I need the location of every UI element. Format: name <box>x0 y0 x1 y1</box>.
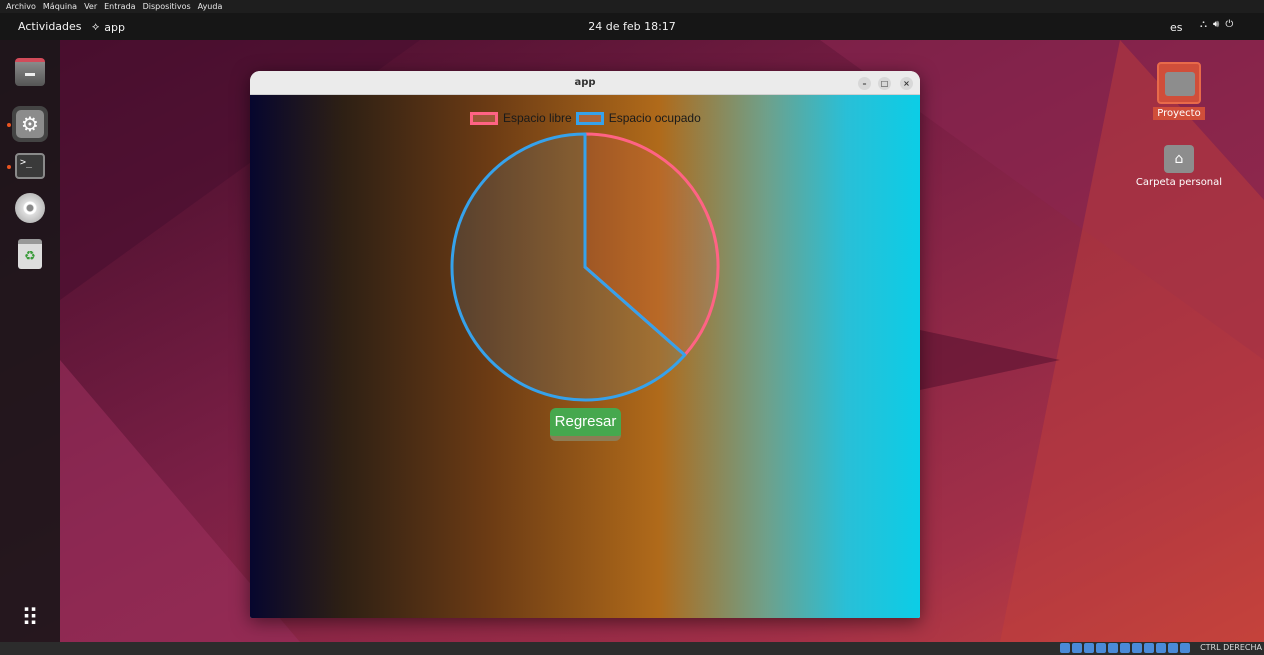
trash-icon: ♻ <box>18 239 42 269</box>
host-status-bar: CTRL DERECHA <box>0 642 1264 655</box>
regresar-button[interactable]: Regresar <box>550 408 621 441</box>
menu-archivo[interactable]: Archivo <box>6 2 36 11</box>
keyboard-icon <box>1180 643 1190 653</box>
desktop-icon-home[interactable]: ⌂ Carpeta personal <box>1129 145 1229 188</box>
virtualbox-menubar: Archivo Máquina Ver Entrada Dispositivos… <box>0 0 1264 13</box>
window-title: app <box>574 77 596 88</box>
running-indicator <box>7 123 11 127</box>
shared-folder-icon <box>1120 643 1130 653</box>
host-key-label: CTRL DERECHA <box>1200 643 1262 652</box>
desktop-icon-proyecto[interactable]: Proyecto <box>1129 62 1229 120</box>
legend-swatch-free <box>470 111 498 125</box>
window-content: Espacio libre Espacio ocupado Regresar <box>250 95 920 618</box>
system-tray[interactable]: ⛬ 🔊︎ ⏻ <box>1200 19 1233 30</box>
legend-label-used: Espacio ocupado <box>608 111 701 125</box>
legend-label-free: Espacio libre <box>503 111 572 125</box>
files-icon <box>15 58 45 86</box>
app-window: app – □ × Espacio libre Espacio ocupado … <box>250 71 920 618</box>
mouse-icon <box>1168 643 1178 653</box>
menu-ayuda[interactable]: Ayuda <box>198 2 223 11</box>
language-indicator[interactable]: es <box>1170 21 1183 34</box>
dock-settings[interactable]: ⚙ <box>12 106 48 142</box>
display-icon <box>1132 643 1142 653</box>
power-icon: ⏻ <box>1225 19 1234 30</box>
show-apps-button[interactable]: ⠿ <box>12 600 48 636</box>
terminal-icon: >_ <box>15 153 45 179</box>
hdd-icon <box>1060 643 1070 653</box>
menu-maquina[interactable]: Máquina <box>43 2 77 11</box>
host-tray <box>1060 643 1190 653</box>
menu-dispositivos[interactable]: Dispositivos <box>143 2 191 11</box>
desktop-icon-label: Proyecto <box>1153 107 1205 120</box>
folder-icon <box>1157 62 1201 104</box>
dock-files[interactable] <box>12 54 48 90</box>
close-button[interactable]: × <box>900 77 913 90</box>
recording-icon <box>1144 643 1154 653</box>
audio-icon <box>1084 643 1094 653</box>
dock-trash[interactable]: ♻ <box>12 236 48 272</box>
home-folder-icon: ⌂ <box>1164 145 1194 173</box>
menu-entrada[interactable]: Entrada <box>104 2 135 11</box>
disc-icon <box>15 193 45 223</box>
maximize-button[interactable]: □ <box>878 77 891 90</box>
legend-swatch-used <box>575 111 604 125</box>
minimize-button[interactable]: – <box>858 77 871 90</box>
desktop-icon-label: Carpeta personal <box>1135 177 1223 188</box>
menu-ver[interactable]: Ver <box>84 2 97 11</box>
gear-icon: ⚙ <box>16 110 44 138</box>
clock[interactable]: 24 de feb 18:17 <box>0 20 1264 33</box>
usb-icon <box>1108 643 1118 653</box>
dock-disc[interactable] <box>12 190 48 226</box>
volume-icon: 🔊︎ <box>1213 19 1220 30</box>
gnome-top-bar: Actividades ⟡ app 24 de feb 18:17 es ⛬ 🔊… <box>0 13 1264 40</box>
dock-terminal[interactable]: >_ <box>12 148 48 184</box>
window-titlebar[interactable]: app – □ × <box>250 71 920 95</box>
grid-icon: ⠿ <box>21 604 39 632</box>
chart-legend[interactable]: Espacio libre Espacio ocupado <box>470 111 701 125</box>
cd-icon <box>1072 643 1082 653</box>
cpu-icon <box>1156 643 1166 653</box>
network-icon: ⛬ <box>1200 19 1207 30</box>
pie-chart[interactable] <box>450 132 720 402</box>
network-icon <box>1096 643 1106 653</box>
running-indicator <box>7 165 11 169</box>
dock: ⚙ >_ ♻ ⠿ <box>0 40 60 642</box>
